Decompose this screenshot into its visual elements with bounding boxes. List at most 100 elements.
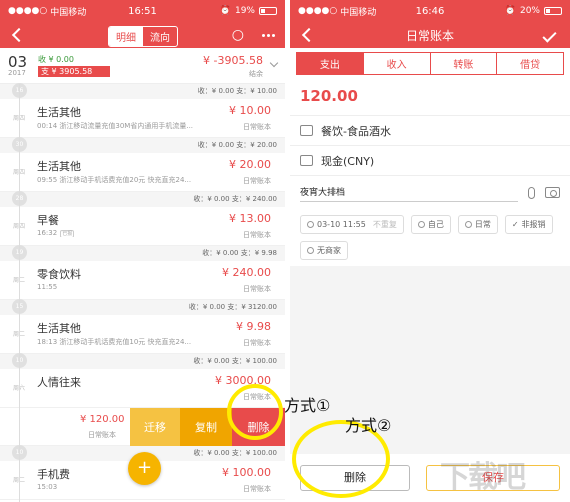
merchant-chip[interactable]: 无商家 xyxy=(300,241,348,260)
category-value: 餐饮-食品酒水 xyxy=(321,124,391,138)
month-year: 2017 xyxy=(8,68,26,77)
right-header: ●●●●○ 中国移动 16:46 ⏰ 20% 日常账本 xyxy=(290,0,570,48)
camera-icon[interactable] xyxy=(545,187,560,198)
day-summary: 19收：¥ 0.00 支：¥ 9.98 xyxy=(0,245,285,261)
timeline-line xyxy=(19,84,20,502)
annotation-method-2: 方式② xyxy=(345,416,392,435)
entry-book: 日常账本 xyxy=(243,393,271,401)
left-header: ●●●●○ 中国移动 16:51 ⏰ 19% 明细 流向 ○ xyxy=(0,0,285,48)
search-icon[interactable]: ○ xyxy=(232,27,244,43)
person-icon xyxy=(417,221,425,228)
nav-bar: 日常账本 xyxy=(290,22,570,48)
type-tabs: 支出 收入 转账 借贷 xyxy=(290,48,570,79)
entry-note: 18:13 浙江移动手机话费充值10元 快充直充24... xyxy=(37,338,192,346)
day-summary: 28收：¥ 0.00 支：¥ 240.00 xyxy=(0,191,285,207)
battery-icon xyxy=(544,7,562,15)
list-item[interactable]: 周四早餐16:32已报¥ 13.00日常账本 xyxy=(0,207,285,246)
entry-amount: ¥ 3000.00 xyxy=(215,374,271,387)
tab-flow[interactable]: 流向 xyxy=(143,27,177,46)
list-item[interactable]: 周六人情往来¥ 3000.00日常账本 xyxy=(0,369,285,408)
clock: 16:51 xyxy=(128,5,157,17)
swipe-book: 日常账本 xyxy=(88,431,116,439)
attribute-chips: 03-10 11:55 不重复 自己 日常 ✓ 非报销 无商家 xyxy=(290,209,570,266)
location-icon xyxy=(307,247,314,254)
entry-amount: ¥ 240.00 xyxy=(222,266,271,279)
amount-field[interactable]: 120.00 xyxy=(290,79,570,115)
tab-expense[interactable]: 支出 xyxy=(296,52,364,75)
empty-area xyxy=(290,266,570,418)
memo-row: 夜宵大排档 xyxy=(290,175,570,209)
move-button[interactable]: 迁移 xyxy=(130,408,180,446)
entry-note: 09:55 浙江移动手机话费充值20元 快充直充24... xyxy=(37,176,192,184)
entry-amount: ¥ 13.00 xyxy=(229,212,271,225)
entry-category: 生活其他 xyxy=(37,322,81,335)
status-bar: ●●●●○ 中国移动 16:51 ⏰ 19% xyxy=(0,0,285,22)
tab-loan[interactable]: 借贷 xyxy=(497,52,564,75)
delete-button[interactable]: 删除 xyxy=(300,465,410,491)
list-item[interactable]: 周二零食饮料11:55¥ 240.00日常账本 xyxy=(0,261,285,300)
copy-button[interactable]: 复制 xyxy=(180,408,232,446)
back-icon[interactable] xyxy=(11,27,27,43)
entry-category: 人情往来 xyxy=(37,376,81,389)
right-screen: ●●●●○ 中国移动 16:46 ⏰ 20% 日常账本 支出 收入 转账 借贷 12… xyxy=(290,0,570,502)
entry-note: 16:32 已报 xyxy=(37,229,75,237)
save-button[interactable]: 保存 xyxy=(426,465,560,491)
entry-category: 生活其他 xyxy=(37,160,81,173)
month-income: 收 ¥ 0.00 xyxy=(38,55,74,64)
battery-icon xyxy=(259,7,277,15)
annotation-method-1: 方式① xyxy=(284,396,331,415)
entry-category: 早餐 xyxy=(37,214,59,227)
left-screen: ●●●●○ 中国移动 16:51 ⏰ 19% 明细 流向 ○ 03 2017 收 ¥… xyxy=(0,0,285,502)
add-record-button[interactable]: + xyxy=(128,452,161,485)
clock-icon xyxy=(307,221,314,228)
month-summary[interactable]: 03 2017 收 ¥ 0.00 支 ¥ 3905.58 ¥ -3905.58 … xyxy=(0,48,285,84)
more-icon[interactable] xyxy=(262,33,275,37)
account-field[interactable]: 现金(CNY) xyxy=(290,145,570,175)
list-item[interactable]: 周二生活其他18:13 浙江移动手机话费充值10元 快充直充24...¥ 9.9… xyxy=(0,315,285,354)
transaction-list: 16收：¥ 0.00 支：¥ 10.00周四生活其他00:14 浙江移动流量充值… xyxy=(0,83,285,500)
microphone-icon[interactable] xyxy=(528,186,535,199)
repeat-value: 不重复 xyxy=(372,220,397,229)
entry-category: 生活其他 xyxy=(37,106,81,119)
list-item[interactable]: 周四生活其他09:55 浙江移动手机话费充值20元 快充直充24...¥ 20.… xyxy=(0,153,285,192)
swiped-list-item[interactable]: ¥ 120.00 日常账本 迁移 复制 删除 xyxy=(0,408,285,446)
entry-book: 日常账本 xyxy=(243,339,271,347)
entry-note: 15:03 xyxy=(37,483,58,491)
entry-book: 日常账本 xyxy=(243,123,271,131)
view-switch: 明细 流向 xyxy=(108,26,178,47)
day-summary: 15收：¥ 0.00 支：¥ 3120.00 xyxy=(0,299,285,315)
tag-chip[interactable]: 日常 xyxy=(457,215,498,234)
day-summary: 30收：¥ 0.00 支：¥ 20.00 xyxy=(0,137,285,153)
list-item[interactable]: 周四生活其他00:14 浙江移动流量充值30M省内通用手机流量...¥ 10.0… xyxy=(0,99,285,138)
entry-note: 00:14 浙江移动流量充值30M省内通用手机流量... xyxy=(37,122,194,130)
entry-book: 日常账本 xyxy=(243,285,271,293)
category-field[interactable]: 餐饮-食品酒水 xyxy=(290,115,570,145)
nav-bar: 明细 流向 ○ xyxy=(0,22,285,48)
clock: 16:46 xyxy=(415,5,445,17)
reimburse-chip[interactable]: ✓ 非报销 xyxy=(504,215,553,234)
entry-book: 日常账本 xyxy=(243,485,271,493)
delete-swipe-button[interactable]: 删除 xyxy=(232,408,285,446)
entry-note: 11:55 xyxy=(37,283,58,291)
entry-amount: ¥ 20.00 xyxy=(229,158,271,171)
entry-amount: ¥ 100.00 xyxy=(222,466,271,479)
member-chip[interactable]: 自己 xyxy=(410,215,451,234)
status-bar: ●●●●○ 中国移动 16:46 ⏰ 20% xyxy=(290,0,570,22)
month-balance-label: 结余 xyxy=(249,70,263,78)
checkmark-icon: ✓ xyxy=(511,220,519,229)
entry-amount: ¥ 10.00 xyxy=(229,104,271,117)
chevron-down-icon[interactable] xyxy=(269,58,279,68)
cash-icon xyxy=(300,155,313,166)
tab-detail[interactable]: 明细 xyxy=(109,27,143,46)
day-summary: 10收：¥ 0.00 支：¥ 100.00 xyxy=(0,353,285,369)
entry-category: 手机费 xyxy=(37,468,70,481)
memo-input[interactable]: 夜宵大排档 xyxy=(300,184,518,202)
entry-category: 零食饮料 xyxy=(37,268,81,281)
month-number: 03 xyxy=(8,52,28,71)
tab-income[interactable]: 收入 xyxy=(363,52,431,75)
page-title: 日常账本 xyxy=(405,28,454,43)
account-value: 现金(CNY) xyxy=(321,154,375,168)
date-chip[interactable]: 03-10 11:55 不重复 xyxy=(300,215,404,234)
tab-transfer[interactable]: 转账 xyxy=(430,52,498,75)
swipe-amount: ¥ 120.00 xyxy=(80,414,125,425)
